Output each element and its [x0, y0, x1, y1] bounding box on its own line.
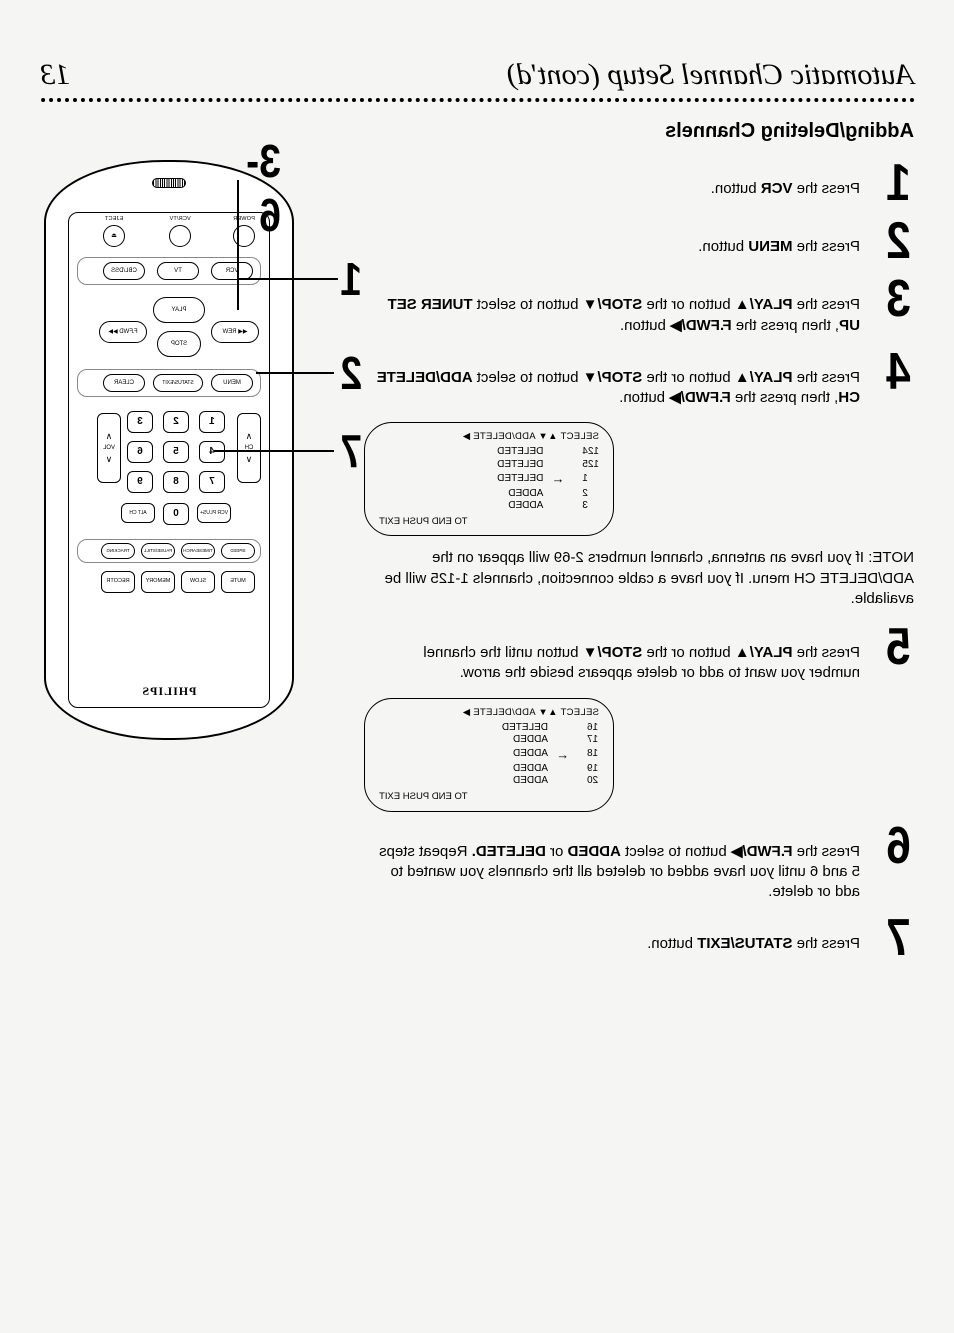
step-5: 5 Press the PLAY/▲ button or the STOP/▼ … — [374, 625, 914, 684]
speed-button[interactable]: SPEED — [221, 543, 255, 559]
callout-2: 2 — [340, 346, 362, 400]
status-exit-button[interactable]: STATUS/EXIT — [153, 374, 203, 392]
step-3: 3 Press the PLAY/▲ button or the STOP/▼ … — [374, 277, 914, 336]
num-8-button[interactable]: 8 — [163, 471, 189, 493]
clear-button[interactable]: CLEAR — [103, 374, 145, 392]
note-text: NOTE: If you have an antenna, channel nu… — [374, 548, 914, 609]
vol-rocker[interactable]: ∧ VOL ∨ — [97, 413, 121, 483]
osd-footer: TO END PUSH EXIT — [379, 791, 599, 803]
alt-ch-button[interactable]: ALT CH — [121, 503, 155, 523]
num-4-button[interactable]: 4 — [199, 441, 225, 463]
recotr-button[interactable]: RECOTR — [101, 571, 135, 593]
play-button[interactable]: PLAY — [153, 297, 205, 323]
vcr-tv-button[interactable]: VCR/TV — [169, 225, 191, 247]
callout-3-6: 3-6 — [246, 134, 281, 242]
page-title: Automatic Channel Setup (cont'd) — [507, 58, 914, 92]
timesearch-button[interactable]: TIMESEARCH — [181, 543, 215, 559]
step-number: 7 — [873, 916, 910, 960]
page-number: 13 — [40, 58, 70, 92]
step-2: 2 Press the MENU button. — [374, 219, 914, 263]
step-number: 1 — [873, 161, 910, 205]
pause-still-button[interactable]: PAUSE/STILL — [141, 543, 175, 559]
ffwd-button[interactable]: F.FWD ▶▶ — [99, 321, 147, 343]
num-1-button[interactable]: 1 — [199, 411, 225, 433]
osd-screen-1: SELECT ▲▼ ADD/DELETE ▶ 124DELETED125DELE… — [364, 422, 614, 536]
memory-button[interactable]: MEMORY — [141, 571, 175, 593]
num-7-button[interactable]: 7 — [199, 471, 225, 493]
num-6-button[interactable]: 6 — [127, 441, 153, 463]
step-body: Press the PLAY/▲ button or the STOP/▼ bu… — [374, 625, 860, 684]
mute-button[interactable]: MUTE — [221, 571, 255, 593]
osd-header: SELECT ▲▼ ADD/DELETE ▶ — [379, 431, 599, 443]
num-2-button[interactable]: 2 — [163, 411, 189, 433]
step-number: 5 — [873, 625, 910, 684]
step-7: 7 Press the STATUS/EXIT button. — [374, 916, 914, 960]
ch-rocker[interactable]: ∧ CH ∨ — [237, 413, 261, 483]
brand-label: PHILIPS — [69, 684, 269, 699]
step-number: 4 — [873, 350, 910, 409]
tv-button[interactable]: TV — [157, 262, 199, 280]
callout-1: 1 — [340, 252, 362, 306]
num-5-button[interactable]: 5 — [163, 441, 189, 463]
step-body: Press the VCR button. — [711, 161, 860, 205]
callout-7: 7 — [340, 424, 362, 478]
step-number: 6 — [873, 824, 910, 903]
menu-button[interactable]: MENU — [211, 374, 253, 392]
step-body: Press the PLAY/▲ button or the STOP/▼ bu… — [374, 277, 860, 336]
callout-line — [238, 180, 240, 310]
step-6: 6 Press the F.FWD/▶ button to select ADD… — [374, 824, 914, 903]
step-1: 1 Press the VCR button. — [374, 161, 914, 205]
step-body: Press the MENU button. — [698, 219, 860, 263]
osd-screen-2: SELECT ▲▼ ADD/DELETE ▶ 16DELETED17ADDED1… — [364, 698, 614, 812]
slow-button[interactable]: SLOW — [181, 571, 215, 593]
callout-line — [256, 372, 334, 374]
callout-line — [214, 450, 334, 452]
step-number: 3 — [873, 277, 910, 336]
section-subtitle: Adding/Deleting Channels — [374, 120, 914, 143]
ir-window-icon — [152, 178, 186, 188]
divider — [40, 98, 914, 102]
num-0-button[interactable]: 0 — [163, 503, 189, 525]
step-number: 2 — [873, 219, 910, 263]
rew-button[interactable]: ◀◀ REW — [211, 321, 259, 343]
num-9-button[interactable]: 9 — [127, 471, 153, 493]
cbl-dss-button[interactable]: CBL/DSS — [103, 262, 145, 280]
stop-button[interactable]: STOP — [157, 331, 201, 357]
step-body: Press the STATUS/EXIT button. — [647, 916, 860, 960]
step-4: 4 Press the PLAY/▲ button or the STOP/▼ … — [374, 350, 914, 409]
eject-button[interactable]: EJECT⏏ — [103, 225, 125, 247]
osd-header: SELECT ▲▼ ADD/DELETE ▶ — [379, 707, 599, 719]
step-body: Press the F.FWD/▶ button to select ADDED… — [374, 824, 860, 903]
step-body: Press the PLAY/▲ button or the STOP/▼ bu… — [374, 350, 860, 409]
tracking-button[interactable]: TRACKING — [101, 543, 135, 559]
osd-footer: TO END PUSH EXIT — [379, 516, 599, 528]
vcr-plus-button[interactable]: VCR PLUS+ — [197, 503, 231, 523]
num-3-button[interactable]: 3 — [127, 411, 153, 433]
callout-line — [238, 278, 338, 280]
